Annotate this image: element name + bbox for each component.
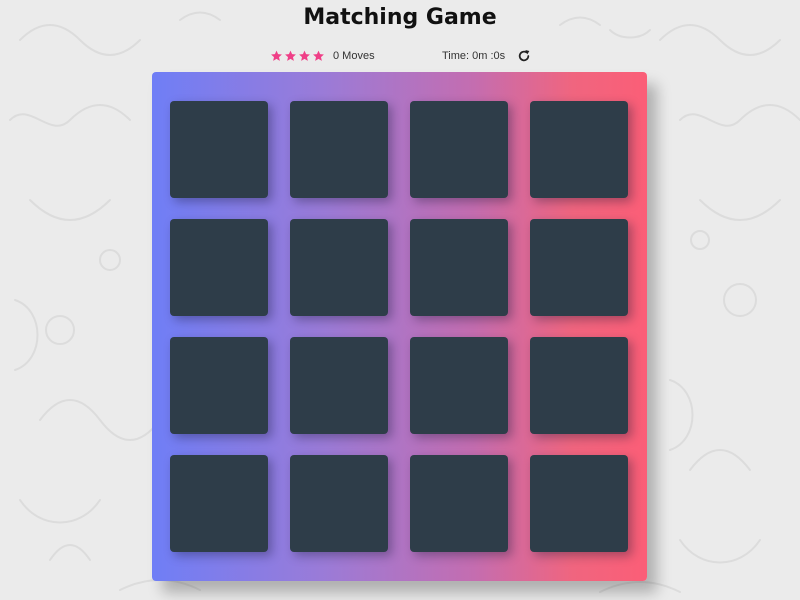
- card-deck: [152, 72, 647, 581]
- page-title: Matching Game: [303, 5, 497, 30]
- card[interactable]: [410, 219, 508, 316]
- card[interactable]: [170, 455, 268, 552]
- restart-icon[interactable]: [516, 48, 532, 64]
- star-rating: [270, 47, 325, 65]
- star-icon: [271, 50, 282, 61]
- card[interactable]: [410, 337, 508, 434]
- card[interactable]: [530, 101, 628, 198]
- card[interactable]: [410, 455, 508, 552]
- star-icon: [313, 50, 324, 61]
- card[interactable]: [290, 337, 388, 434]
- score-panel: 0 Moves Time: 0m :0s: [270, 47, 540, 65]
- card[interactable]: [170, 219, 268, 316]
- card[interactable]: [290, 219, 388, 316]
- moves-counter: 0 Moves: [333, 50, 375, 62]
- star-icon: [299, 50, 310, 61]
- card[interactable]: [530, 337, 628, 434]
- card[interactable]: [290, 101, 388, 198]
- timer: Time: 0m :0s: [442, 50, 506, 62]
- card[interactable]: [170, 101, 268, 198]
- card[interactable]: [530, 455, 628, 552]
- card[interactable]: [170, 337, 268, 434]
- star-icon: [285, 50, 296, 61]
- card[interactable]: [290, 455, 388, 552]
- card[interactable]: [530, 219, 628, 316]
- card[interactable]: [410, 101, 508, 198]
